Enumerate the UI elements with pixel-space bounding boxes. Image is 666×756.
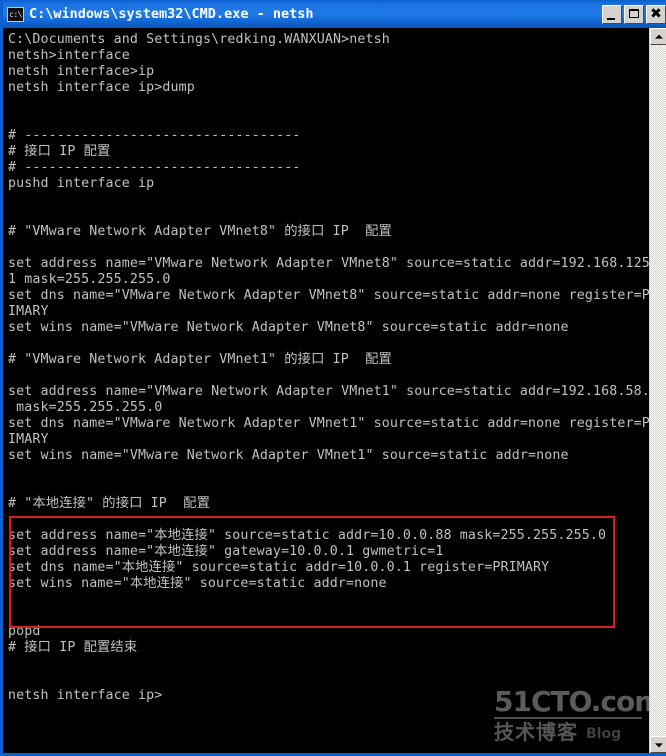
console-line: set dns name="VMware Network Adapter VMn… (8, 416, 649, 431)
minimize-button[interactable] (602, 4, 622, 24)
console-line: set dns name="本地连接" source=static addr=1… (8, 560, 550, 575)
maximize-icon (629, 8, 639, 18)
console-line: IMARY (8, 432, 49, 447)
vertical-scrollbar[interactable] (649, 28, 666, 753)
scroll-down-button[interactable] (650, 736, 666, 753)
title-bar[interactable]: C:\windows\system32\CMD.exe - netsh ✖ (3, 0, 666, 28)
scroll-down-arrow-icon (654, 742, 663, 747)
console-line: netsh>interface (8, 48, 130, 63)
scroll-up-button[interactable] (650, 28, 666, 45)
console-output[interactable]: C:\Documents and Settings\redking.WANXUA… (6, 28, 649, 753)
console-line: # "VMware Network Adapter VMnet1" 的接口 IP… (8, 352, 392, 367)
console-client-area: C:\Documents and Settings\redking.WANXUA… (6, 28, 666, 753)
console-line: # 接口 IP 配置结束 (8, 640, 138, 655)
console-line: # ---------------------------------- (8, 128, 301, 143)
console-line: pushd interface ip (8, 176, 155, 191)
console-line: # 接口 IP 配置 (8, 144, 111, 159)
console-line: set address name="本地连接" gateway=10.0.0.1… (8, 544, 444, 559)
window-controls: ✖ (602, 4, 666, 24)
console-line: # ---------------------------------- (8, 160, 301, 175)
console-line: popd (8, 624, 41, 639)
console-line: netsh interface>ip (8, 64, 155, 79)
console-line: netsh interface ip> (8, 688, 163, 703)
cmd-console-window: C:\windows\system32\CMD.exe - netsh ✖ C:… (0, 0, 666, 756)
close-button[interactable]: ✖ (646, 4, 666, 24)
console-line: set dns name="VMware Network Adapter VMn… (8, 288, 649, 303)
console-line: # "VMware Network Adapter VMnet8" 的接口 IP… (8, 224, 392, 239)
maximize-button[interactable] (624, 4, 644, 24)
console-line: C:\Documents and Settings\redking.WANXUA… (8, 32, 390, 47)
console-line: set wins name="VMware Network Adapter VM… (8, 448, 569, 463)
console-line: set wins name="VMware Network Adapter VM… (8, 320, 569, 335)
cmd-console-icon (7, 6, 24, 22)
scroll-up-arrow-icon (654, 34, 663, 39)
console-line: set address name="VMware Network Adapter… (8, 384, 649, 399)
console-line: netsh interface ip>dump (8, 80, 195, 95)
window-title: C:\windows\system32\CMD.exe - netsh (29, 6, 314, 22)
close-icon: ✖ (650, 5, 662, 22)
console-line: IMARY (8, 304, 49, 319)
console-line: mask=255.255.255.0 (8, 400, 163, 415)
console-line: set address name="VMware Network Adapter… (8, 256, 649, 271)
console-line: set wins name="本地连接" source=static addr=… (8, 576, 387, 591)
console-line: 1 mask=255.255.255.0 (8, 272, 171, 287)
console-line: # "本地连接" 的接口 IP 配置 (8, 496, 211, 511)
minimize-icon (607, 17, 615, 20)
console-line: set address name="本地连接" source=static ad… (8, 528, 607, 543)
